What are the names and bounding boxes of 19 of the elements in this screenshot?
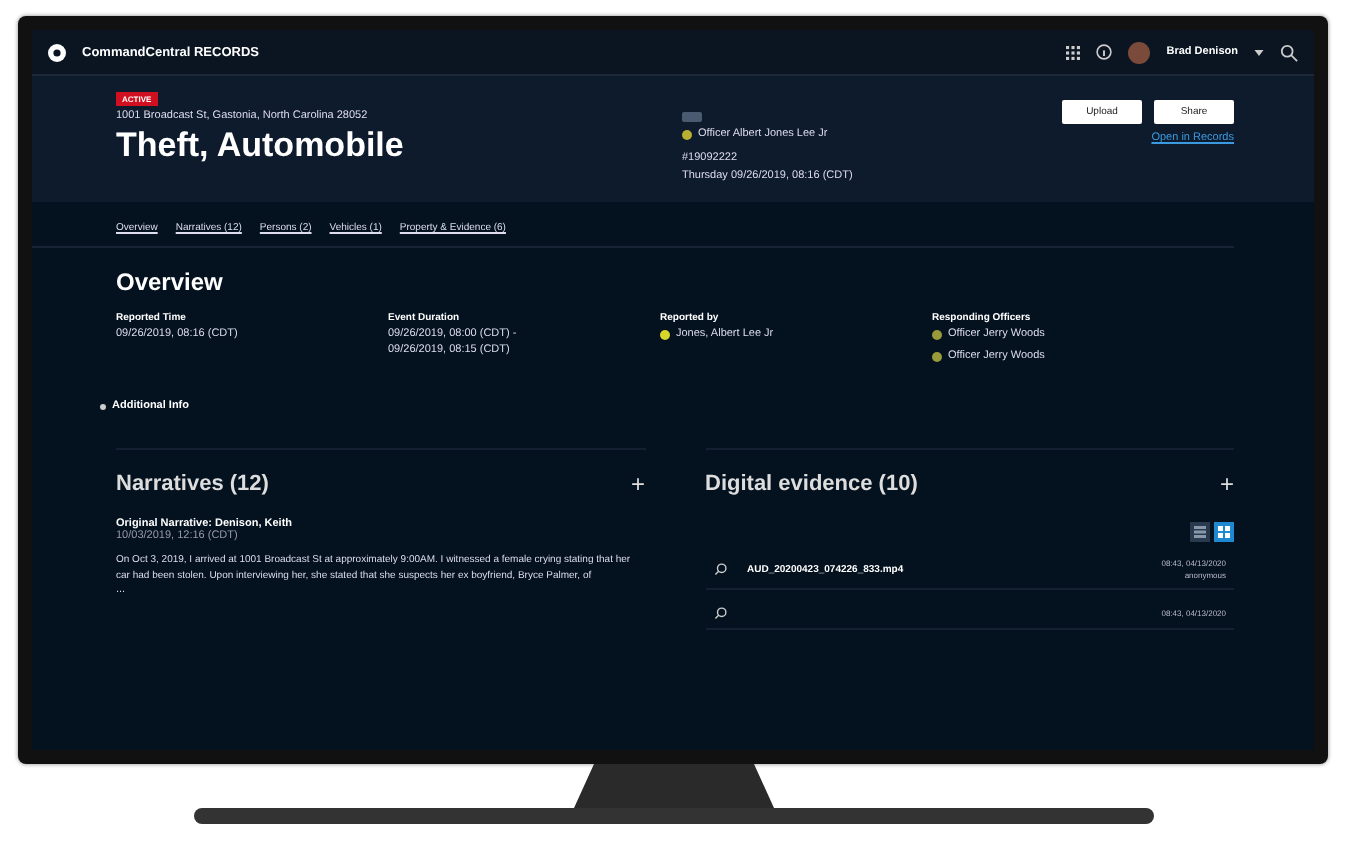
add-button[interactable]: + <box>630 470 645 498</box>
tag-chip <box>682 112 702 122</box>
info-icon[interactable] <box>1096 44 1113 60</box>
list-view-button[interactable] <box>1190 522 1210 542</box>
search-icon[interactable] <box>713 562 727 576</box>
incident-title: Theft, Automobile <box>116 126 406 166</box>
apps-grid-icon[interactable] <box>1066 45 1081 59</box>
officer-dot <box>682 129 692 139</box>
logo-icon <box>48 43 66 61</box>
section-heading: Digital evidence (10) <box>705 472 918 496</box>
grid-view-button[interactable] <box>1214 522 1234 542</box>
user-avatar[interactable] <box>1128 41 1151 63</box>
expand-icon[interactable] <box>100 403 106 409</box>
search-icon[interactable] <box>1280 43 1298 61</box>
section-heading: Overview <box>116 268 225 296</box>
search-icon[interactable] <box>713 606 727 620</box>
section-heading: Narratives (12) <box>116 472 269 496</box>
caret-icon[interactable] <box>1254 49 1264 55</box>
add-button[interactable]: + <box>1219 470 1234 498</box>
